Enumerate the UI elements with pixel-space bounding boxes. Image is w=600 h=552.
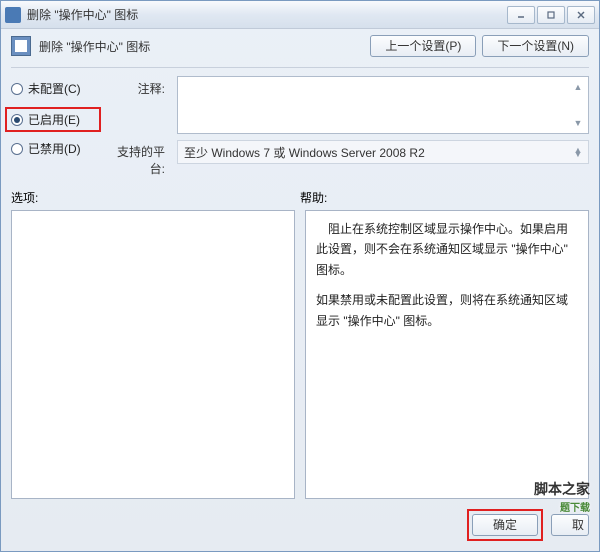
- help-label: 帮助:: [300, 189, 327, 206]
- radio-group: 未配置(C) 已启用(E) 已禁用(D): [11, 76, 101, 177]
- options-panel: [11, 210, 295, 499]
- page-title: 删除 "操作中心" 图标: [39, 38, 370, 55]
- radio-icon: [11, 143, 23, 155]
- window-controls: [507, 6, 595, 24]
- footer: 确定 取: [11, 499, 589, 541]
- radio-icon: [11, 83, 23, 95]
- nav-buttons: 上一个设置(P) 下一个设置(N): [370, 35, 589, 57]
- scroll-up-icon[interactable]: ▲: [570, 79, 586, 95]
- lower-area: 选项: 帮助: 阻止在系统控制区域显示操作中心。如果启用此设置，则不会在系统通知…: [11, 183, 589, 541]
- ok-button[interactable]: 确定: [472, 514, 538, 536]
- highlight-enabled: 已启用(E): [5, 107, 101, 132]
- upper-area: 未配置(C) 已启用(E) 已禁用(D) 注释: 支持的平台:: [11, 76, 589, 177]
- comment-textbox[interactable]: ▲ ▼: [177, 76, 589, 134]
- radio-not-configured[interactable]: 未配置(C): [11, 80, 101, 97]
- options-label: 选项:: [11, 189, 300, 206]
- field-labels: 注释: 支持的平台:: [109, 76, 169, 177]
- help-text-1: 阻止在系统控制区域显示操作中心。如果启用此设置，则不会在系统通知区域显示 "操作…: [316, 219, 578, 280]
- panels: 阻止在系统控制区域显示操作中心。如果启用此设置，则不会在系统通知区域显示 "操作…: [11, 210, 589, 499]
- content-area: 删除 "操作中心" 图标 上一个设置(P) 下一个设置(N) 未配置(C) 已启…: [1, 29, 599, 551]
- maximize-button[interactable]: [537, 6, 565, 24]
- scroll-down-icon[interactable]: ▼: [570, 115, 586, 131]
- platform-box: 至少 Windows 7 或 Windows Server 2008 R2 ▲ …: [177, 140, 589, 164]
- titlebar[interactable]: 删除 "操作中心" 图标: [1, 1, 599, 29]
- window-title: 删除 "操作中心" 图标: [27, 6, 507, 23]
- scroll-down-icon[interactable]: ▼: [570, 146, 586, 162]
- radio-icon: [11, 114, 23, 126]
- help-text-2: 如果禁用或未配置此设置，则将在系统通知区域显示 "操作中心" 图标。: [316, 290, 578, 331]
- prev-setting-button[interactable]: 上一个设置(P): [370, 35, 476, 57]
- radio-label: 未配置(C): [28, 80, 81, 97]
- policy-icon: [11, 36, 31, 56]
- close-button[interactable]: [567, 6, 595, 24]
- highlight-ok: 确定: [467, 509, 543, 541]
- platform-label: 支持的平台:: [109, 143, 169, 177]
- radio-label: 已启用(E): [28, 111, 80, 128]
- right-fields: ▲ ▼ 至少 Windows 7 或 Windows Server 2008 R…: [177, 76, 589, 177]
- radio-disabled[interactable]: 已禁用(D): [11, 140, 101, 157]
- minimize-button[interactable]: [507, 6, 535, 24]
- section-labels: 选项: 帮助:: [11, 189, 589, 206]
- window-icon: [5, 7, 21, 23]
- next-setting-button[interactable]: 下一个设置(N): [482, 35, 589, 57]
- separator: [11, 67, 589, 68]
- comment-label: 注释:: [109, 80, 169, 97]
- radio-enabled[interactable]: 已启用(E): [11, 111, 95, 128]
- platform-value: 至少 Windows 7 或 Windows Server 2008 R2: [184, 144, 425, 161]
- cancel-button[interactable]: 取: [551, 514, 589, 536]
- dialog-window: 删除 "操作中心" 图标 删除 "操作中心" 图标 上一个设置(P) 下一个设置…: [0, 0, 600, 552]
- header-row: 删除 "操作中心" 图标 上一个设置(P) 下一个设置(N): [11, 35, 589, 57]
- radio-label: 已禁用(D): [28, 140, 81, 157]
- help-panel: 阻止在系统控制区域显示操作中心。如果启用此设置，则不会在系统通知区域显示 "操作…: [305, 210, 589, 499]
